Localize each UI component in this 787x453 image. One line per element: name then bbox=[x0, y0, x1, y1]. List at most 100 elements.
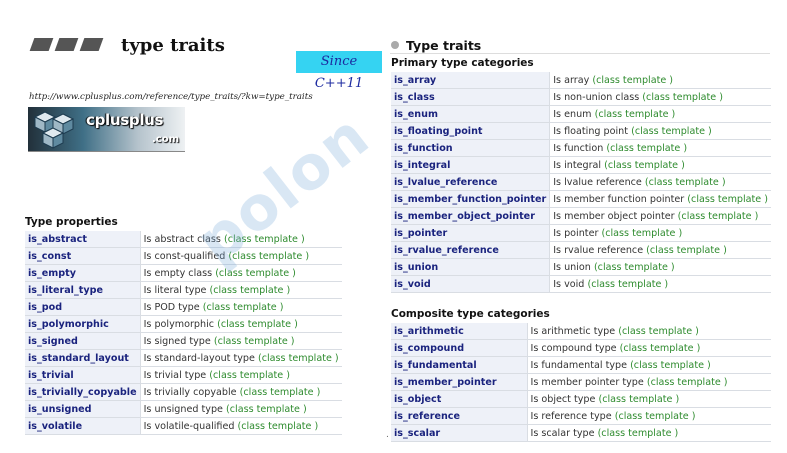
table-row: is_const Is const-qualified (class templa… bbox=[25, 247, 342, 265]
trait-name-link[interactable]: is_union bbox=[391, 258, 551, 276]
table-row: is_void Is void (class template ) bbox=[391, 275, 772, 293]
table-row: is_standard_layout Is standard-layout typ… bbox=[25, 349, 342, 367]
trait-name-link[interactable]: is_fundamental bbox=[391, 356, 528, 374]
trait-kind-link[interactable]: (class template ) bbox=[587, 279, 668, 290]
trait-kind-link[interactable]: (class template ) bbox=[214, 336, 295, 347]
trait-description-text: Is lvalue reference bbox=[553, 176, 642, 188]
table-row: is_signed Is signed type (class template … bbox=[25, 332, 342, 350]
trait-kind-link[interactable]: (class template ) bbox=[687, 194, 768, 205]
trait-kind-link[interactable]: (class template ) bbox=[592, 75, 673, 86]
trait-name-link[interactable]: is_scalar bbox=[391, 424, 528, 442]
trait-name-link[interactable]: is_integral bbox=[391, 156, 551, 174]
trait-description-text: Is floating point bbox=[553, 125, 629, 137]
trait-kind-link[interactable]: (class template ) bbox=[258, 353, 339, 364]
trait-description-text: Is POD type bbox=[143, 301, 200, 313]
trait-description-text: Is signed type bbox=[143, 335, 211, 347]
trait-kind-link[interactable]: (class template ) bbox=[215, 268, 296, 279]
trait-name-link[interactable]: is_floating_point bbox=[391, 122, 551, 140]
reference-url[interactable]: http://www.cplusplus.com/reference/type_… bbox=[29, 92, 313, 102]
table-row: is_array Is array (class template ) bbox=[391, 72, 772, 89]
trait-name-link[interactable]: is_volatile bbox=[25, 417, 141, 435]
trait-kind-link[interactable]: (class template ) bbox=[646, 245, 727, 256]
trait-description: Is standard-layout type (class template … bbox=[140, 349, 342, 367]
trait-kind-link[interactable]: (class template ) bbox=[598, 394, 679, 405]
trait-kind-link[interactable]: (class template ) bbox=[601, 228, 682, 239]
composite-categories-heading: Composite type categories bbox=[391, 308, 550, 320]
trait-description-text: Is array bbox=[553, 74, 590, 86]
trait-name-link[interactable]: is_enum bbox=[391, 105, 551, 123]
trait-name-link[interactable]: is_empty bbox=[25, 264, 141, 282]
trait-name-link[interactable]: is_member_object_pointer bbox=[391, 207, 551, 225]
trait-name-link[interactable]: is_polymorphic bbox=[25, 315, 141, 333]
trait-description: Is union (class template ) bbox=[549, 258, 772, 276]
trait-kind-link[interactable]: (class template ) bbox=[595, 109, 676, 120]
trait-name-link[interactable]: is_trivial bbox=[25, 366, 141, 384]
trait-name-link[interactable]: is_class bbox=[391, 88, 551, 106]
table-row: is_reference Is reference type (class tem… bbox=[391, 407, 771, 425]
trait-kind-link[interactable]: (class template ) bbox=[240, 387, 321, 398]
trait-kind-link[interactable]: (class template ) bbox=[615, 411, 696, 422]
type-properties-heading: Type properties bbox=[25, 216, 118, 228]
trait-kind-link[interactable]: (class template ) bbox=[604, 160, 685, 171]
trait-kind-link[interactable]: (class template ) bbox=[630, 360, 711, 371]
bullet-icon bbox=[391, 41, 399, 49]
trait-description: Is signed type (class template ) bbox=[140, 332, 342, 350]
trait-kind-link[interactable]: (class template ) bbox=[238, 421, 319, 432]
trait-name-link[interactable]: is_const bbox=[25, 247, 141, 265]
trait-kind-link[interactable]: (class template ) bbox=[620, 343, 701, 354]
cubes-icon bbox=[33, 111, 75, 149]
trait-name-link[interactable]: is_lvalue_reference bbox=[391, 173, 551, 191]
trait-name-link[interactable]: is_object bbox=[391, 390, 528, 408]
trait-description: Is reference type (class template ) bbox=[527, 407, 771, 425]
cplusplus-logo[interactable]: cplusplus .com bbox=[28, 107, 185, 152]
trait-name-link[interactable]: is_array bbox=[391, 72, 551, 89]
trait-kind-link[interactable]: (class template ) bbox=[594, 262, 675, 273]
trait-kind-link[interactable]: (class template ) bbox=[647, 377, 728, 388]
trait-name-link[interactable]: is_pod bbox=[25, 298, 141, 316]
trait-description: Is trivially copyable (class template ) bbox=[140, 383, 342, 401]
trait-kind-link[interactable]: (class template ) bbox=[203, 302, 284, 313]
trait-name-link[interactable]: is_literal_type bbox=[25, 281, 141, 299]
trait-kind-link[interactable]: (class template ) bbox=[210, 285, 291, 296]
trait-kind-link[interactable]: (class template ) bbox=[618, 326, 699, 337]
trait-kind-link[interactable]: (class template ) bbox=[209, 370, 290, 381]
trait-name-link[interactable]: is_rvalue_reference bbox=[391, 241, 551, 259]
trait-kind-link[interactable]: (class template ) bbox=[217, 319, 298, 330]
trait-name-link[interactable]: is_trivially_copyable bbox=[25, 383, 141, 401]
trait-description-text: Is unsigned type bbox=[143, 403, 223, 415]
trait-name-link[interactable]: is_void bbox=[391, 275, 551, 293]
trait-name-link[interactable]: is_abstract bbox=[25, 231, 141, 248]
trait-description-text: Is function bbox=[553, 142, 604, 154]
trait-description: Is arithmetic type (class template ) bbox=[527, 323, 771, 340]
trait-name-link[interactable]: is_compound bbox=[391, 339, 528, 357]
trait-kind-link[interactable]: (class template ) bbox=[224, 234, 305, 245]
table-row: is_polymorphic Is polymorphic (class temp… bbox=[25, 315, 342, 333]
trait-description-text: Is standard-layout type bbox=[143, 352, 255, 364]
trait-description: Is enum (class template ) bbox=[549, 105, 772, 123]
trait-name-link[interactable]: is_standard_layout bbox=[25, 349, 141, 367]
trait-description: Is unsigned type (class template ) bbox=[140, 400, 342, 418]
trait-kind-link[interactable]: (class template ) bbox=[631, 126, 712, 137]
table-row: is_pod Is POD type (class template ) bbox=[25, 298, 342, 316]
section-divider bbox=[390, 53, 770, 54]
trait-kind-link[interactable]: (class template ) bbox=[226, 404, 307, 415]
trait-kind-link[interactable]: (class template ) bbox=[598, 428, 679, 439]
trait-name-link[interactable]: is_signed bbox=[25, 332, 141, 350]
trait-name-link[interactable]: is_arithmetic bbox=[391, 323, 528, 340]
trait-description-text: Is polymorphic bbox=[143, 318, 215, 330]
trait-name-link[interactable]: is_function bbox=[391, 139, 551, 157]
trait-name-link[interactable]: is_member_pointer bbox=[391, 373, 528, 391]
trait-kind-link[interactable]: (class template ) bbox=[642, 92, 723, 103]
trait-description: Is non-union class (class template ) bbox=[549, 88, 772, 106]
trait-name-link[interactable]: is_pointer bbox=[391, 224, 551, 242]
title-decoration bbox=[29, 38, 105, 52]
trait-name-link[interactable]: is_unsigned bbox=[25, 400, 141, 418]
trait-name-link[interactable]: is_reference bbox=[391, 407, 528, 425]
trait-kind-link[interactable]: (class template ) bbox=[678, 211, 759, 222]
trait-kind-link[interactable]: (class template ) bbox=[606, 143, 687, 154]
trait-kind-link[interactable]: (class template ) bbox=[645, 177, 726, 188]
trait-description: Is rvalue reference (class template ) bbox=[549, 241, 772, 259]
trait-name-link[interactable]: is_member_function_pointer bbox=[391, 190, 551, 208]
trait-kind-link[interactable]: (class template ) bbox=[228, 251, 309, 262]
trait-description: Is POD type (class template ) bbox=[140, 298, 342, 316]
